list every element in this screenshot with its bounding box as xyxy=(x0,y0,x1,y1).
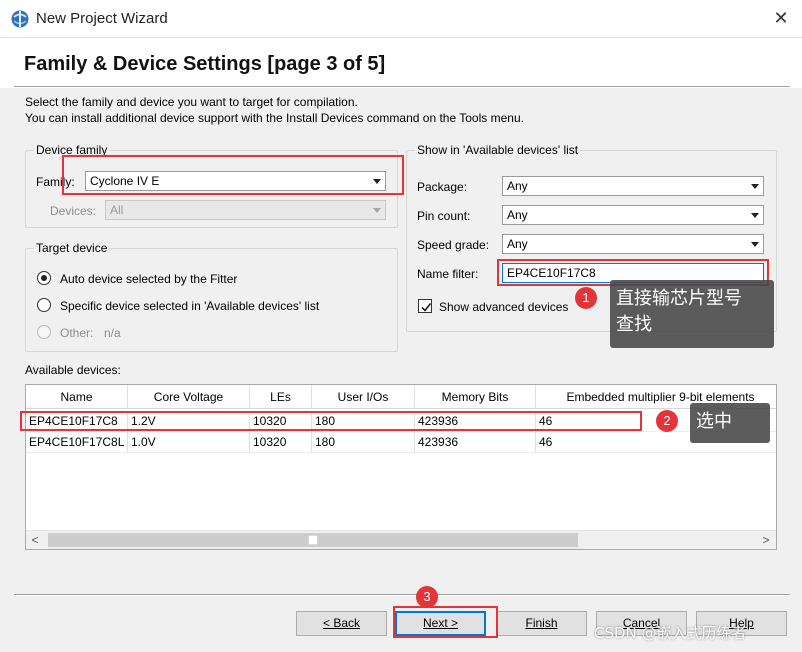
scrollbar-grip[interactable] xyxy=(308,535,318,545)
other-device-radio[interactable] xyxy=(37,325,51,339)
cell-user-ios: 180 xyxy=(312,411,415,432)
device-family-legend: Device family xyxy=(34,143,110,157)
other-device-value: n/a xyxy=(104,326,121,340)
package-label: Package: xyxy=(417,180,468,194)
show-advanced-label[interactable]: Show advanced devices xyxy=(439,300,568,314)
devices-select[interactable]: All xyxy=(105,200,386,220)
checkmark-icon xyxy=(421,303,432,312)
intro-line-2: You can install additional device suppor… xyxy=(25,111,524,125)
specific-device-radio[interactable] xyxy=(37,298,51,312)
family-select-value: Cyclone IV E xyxy=(90,174,160,188)
speed-grade-select-value: Any xyxy=(507,237,528,251)
package-select[interactable]: Any xyxy=(502,176,764,196)
finish-button[interactable]: Finish xyxy=(496,611,587,636)
close-icon[interactable]: ✕ xyxy=(770,6,792,30)
available-devices-label: Available devices: xyxy=(25,363,121,377)
page-title: Family & Device Settings [page 3 of 5] xyxy=(24,53,386,75)
column-header-les[interactable]: LEs xyxy=(250,385,312,409)
column-header-memory-bits[interactable]: Memory Bits xyxy=(415,385,536,409)
other-device-label: Other: xyxy=(60,326,94,340)
cell-core-voltage: 1.0V xyxy=(128,432,250,453)
speed-grade-select[interactable]: Any xyxy=(502,234,764,254)
chevron-down-icon xyxy=(751,242,759,247)
back-button[interactable]: < Back xyxy=(296,611,387,636)
annotation-callout-1: 直接输芯片型号 查找 xyxy=(610,280,774,348)
cell-name: EP4CE10F17C8 xyxy=(26,411,128,432)
callout-1-line-1: 直接输芯片型号 xyxy=(616,288,742,309)
devices-select-value: All xyxy=(110,203,124,217)
csdn-watermark: CSDN @嵌入式历练者 xyxy=(594,624,747,642)
specific-device-label[interactable]: Specific device selected in 'Available d… xyxy=(60,299,319,313)
pin-count-label: Pin count: xyxy=(417,209,471,223)
annotation-badge-3: 3 xyxy=(416,586,438,608)
next-button[interactable]: Next > xyxy=(395,611,486,636)
cell-name: EP4CE10F17C8L xyxy=(26,432,128,453)
show-in-list-legend: Show in 'Available devices' list xyxy=(415,143,581,157)
auto-device-radio[interactable] xyxy=(37,271,51,285)
cell-memory-bits: 423936 xyxy=(415,432,536,453)
cell-memory-bits: 423936 xyxy=(415,411,536,432)
package-select-value: Any xyxy=(507,179,528,193)
show-advanced-checkbox[interactable] xyxy=(418,299,432,313)
chevron-down-icon xyxy=(373,208,381,213)
annotation-badge-2: 2 xyxy=(656,410,678,432)
name-filter-value: EP4CE10F17C8 xyxy=(507,266,596,280)
intro-line-1: Select the family and device you want to… xyxy=(25,95,358,109)
cell-les: 10320 xyxy=(250,411,312,432)
available-devices-table[interactable]: Name Core Voltage LEs User I/Os Memory B… xyxy=(25,384,777,550)
name-filter-label: Name filter: xyxy=(417,267,479,281)
quartus-app-icon xyxy=(10,9,30,29)
column-header-user-ios[interactable]: User I/Os xyxy=(312,385,415,409)
devices-label: Devices: xyxy=(50,204,97,218)
window-titlebar: New Project Wizard ✕ xyxy=(0,0,802,38)
auto-device-label[interactable]: Auto device selected by the Fitter xyxy=(60,272,237,286)
target-device-legend: Target device xyxy=(34,241,110,255)
pin-count-select[interactable]: Any xyxy=(502,205,764,225)
cell-core-voltage: 1.2V xyxy=(128,411,250,432)
family-select[interactable]: Cyclone IV E xyxy=(85,171,386,191)
annotation-callout-2: 选中 xyxy=(690,403,770,443)
pin-count-select-value: Any xyxy=(507,208,528,222)
scroll-right-icon[interactable]: > xyxy=(757,531,775,549)
cell-user-ios: 180 xyxy=(312,432,415,453)
horizontal-scrollbar[interactable]: < > xyxy=(26,530,776,549)
header-divider xyxy=(14,86,790,88)
scroll-left-icon[interactable]: < xyxy=(26,531,44,549)
chevron-down-icon xyxy=(751,213,759,218)
chevron-down-icon xyxy=(751,184,759,189)
speed-grade-label: Speed grade: xyxy=(417,238,490,252)
buttons-divider xyxy=(14,594,790,596)
wizard-header: Family & Device Settings [page 3 of 5] xyxy=(0,38,802,88)
window-title: New Project Wizard xyxy=(36,10,168,27)
annotation-badge-1: 1 xyxy=(575,287,597,309)
column-header-name[interactable]: Name xyxy=(26,385,128,409)
callout-1-line-2: 查找 xyxy=(616,314,652,335)
table-header: Name Core Voltage LEs User I/Os Memory B… xyxy=(26,385,776,409)
chevron-down-icon xyxy=(373,179,381,184)
cell-les: 10320 xyxy=(250,432,312,453)
family-label: Family: xyxy=(36,175,75,189)
table-row[interactable]: EP4CE10F17C8L 1.0V 10320 180 423936 46 xyxy=(26,432,776,453)
column-header-core-voltage[interactable]: Core Voltage xyxy=(128,385,250,409)
